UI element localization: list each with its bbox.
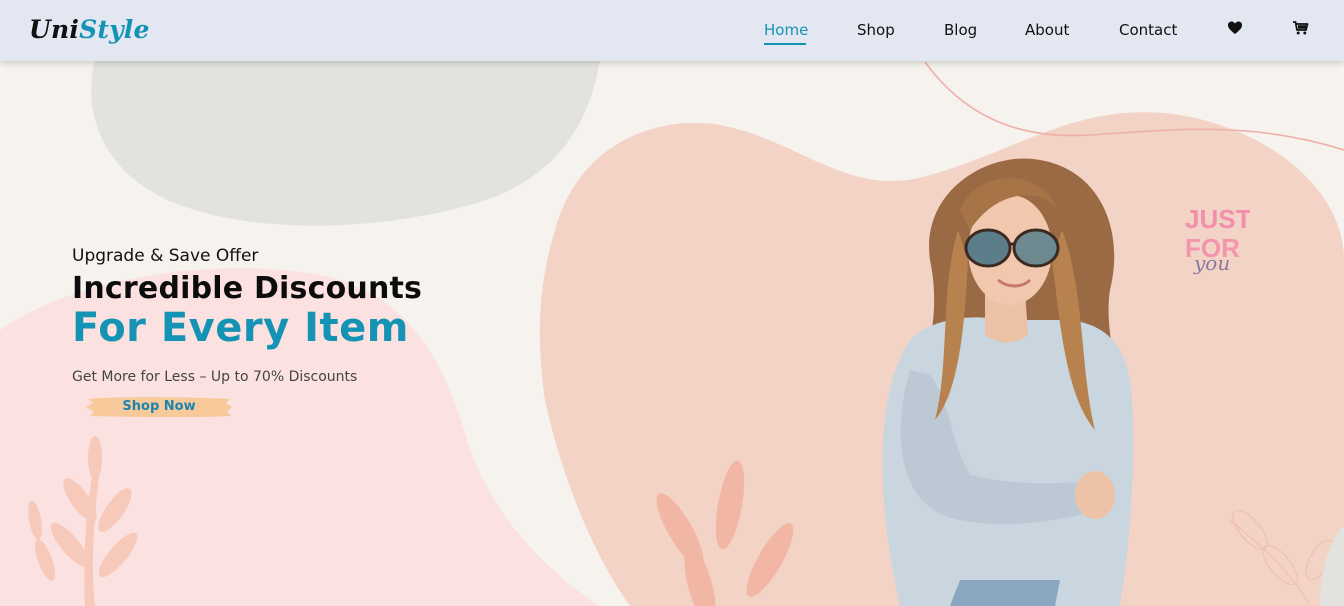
hero-eyebrow: Upgrade & Save Offer: [72, 246, 259, 266]
hero-title-line1: Incredible Discounts: [72, 271, 423, 306]
badge-line-just: JUST: [1185, 204, 1250, 234]
cart-icon[interactable]: [1292, 20, 1310, 38]
nav-active-underline: [764, 43, 806, 45]
shop-now-label: Shop Now: [122, 399, 196, 414]
nav-link-about[interactable]: About: [1025, 20, 1069, 40]
badge-line-you: you: [1193, 251, 1230, 275]
hero-page: JUST FOR you UniStyle Home Shop Blog Abo…: [0, 0, 1344, 606]
navbar: UniStyle Home Shop Blog About Contact: [0, 0, 1344, 61]
shop-now-button[interactable]: Shop Now: [84, 395, 234, 419]
just-for-you-badge: JUST FOR you: [1185, 204, 1250, 275]
nav-link-home[interactable]: Home: [764, 20, 808, 40]
logo-part-uni: Uni: [29, 15, 80, 44]
nav-link-blog[interactable]: Blog: [944, 20, 977, 40]
hero-subtitle: Get More for Less – Up to 70% Discounts: [72, 369, 358, 385]
logo-part-style: Style: [79, 15, 150, 44]
gray-blob: [91, 60, 600, 226]
heart-icon[interactable]: [1227, 20, 1245, 38]
nav-link-contact[interactable]: Contact: [1119, 20, 1177, 40]
hero-title-line2: For Every Item: [72, 305, 409, 351]
logo[interactable]: UniStyle: [29, 15, 150, 45]
nav-link-shop[interactable]: Shop: [857, 20, 895, 40]
model-photo: [882, 158, 1134, 606]
